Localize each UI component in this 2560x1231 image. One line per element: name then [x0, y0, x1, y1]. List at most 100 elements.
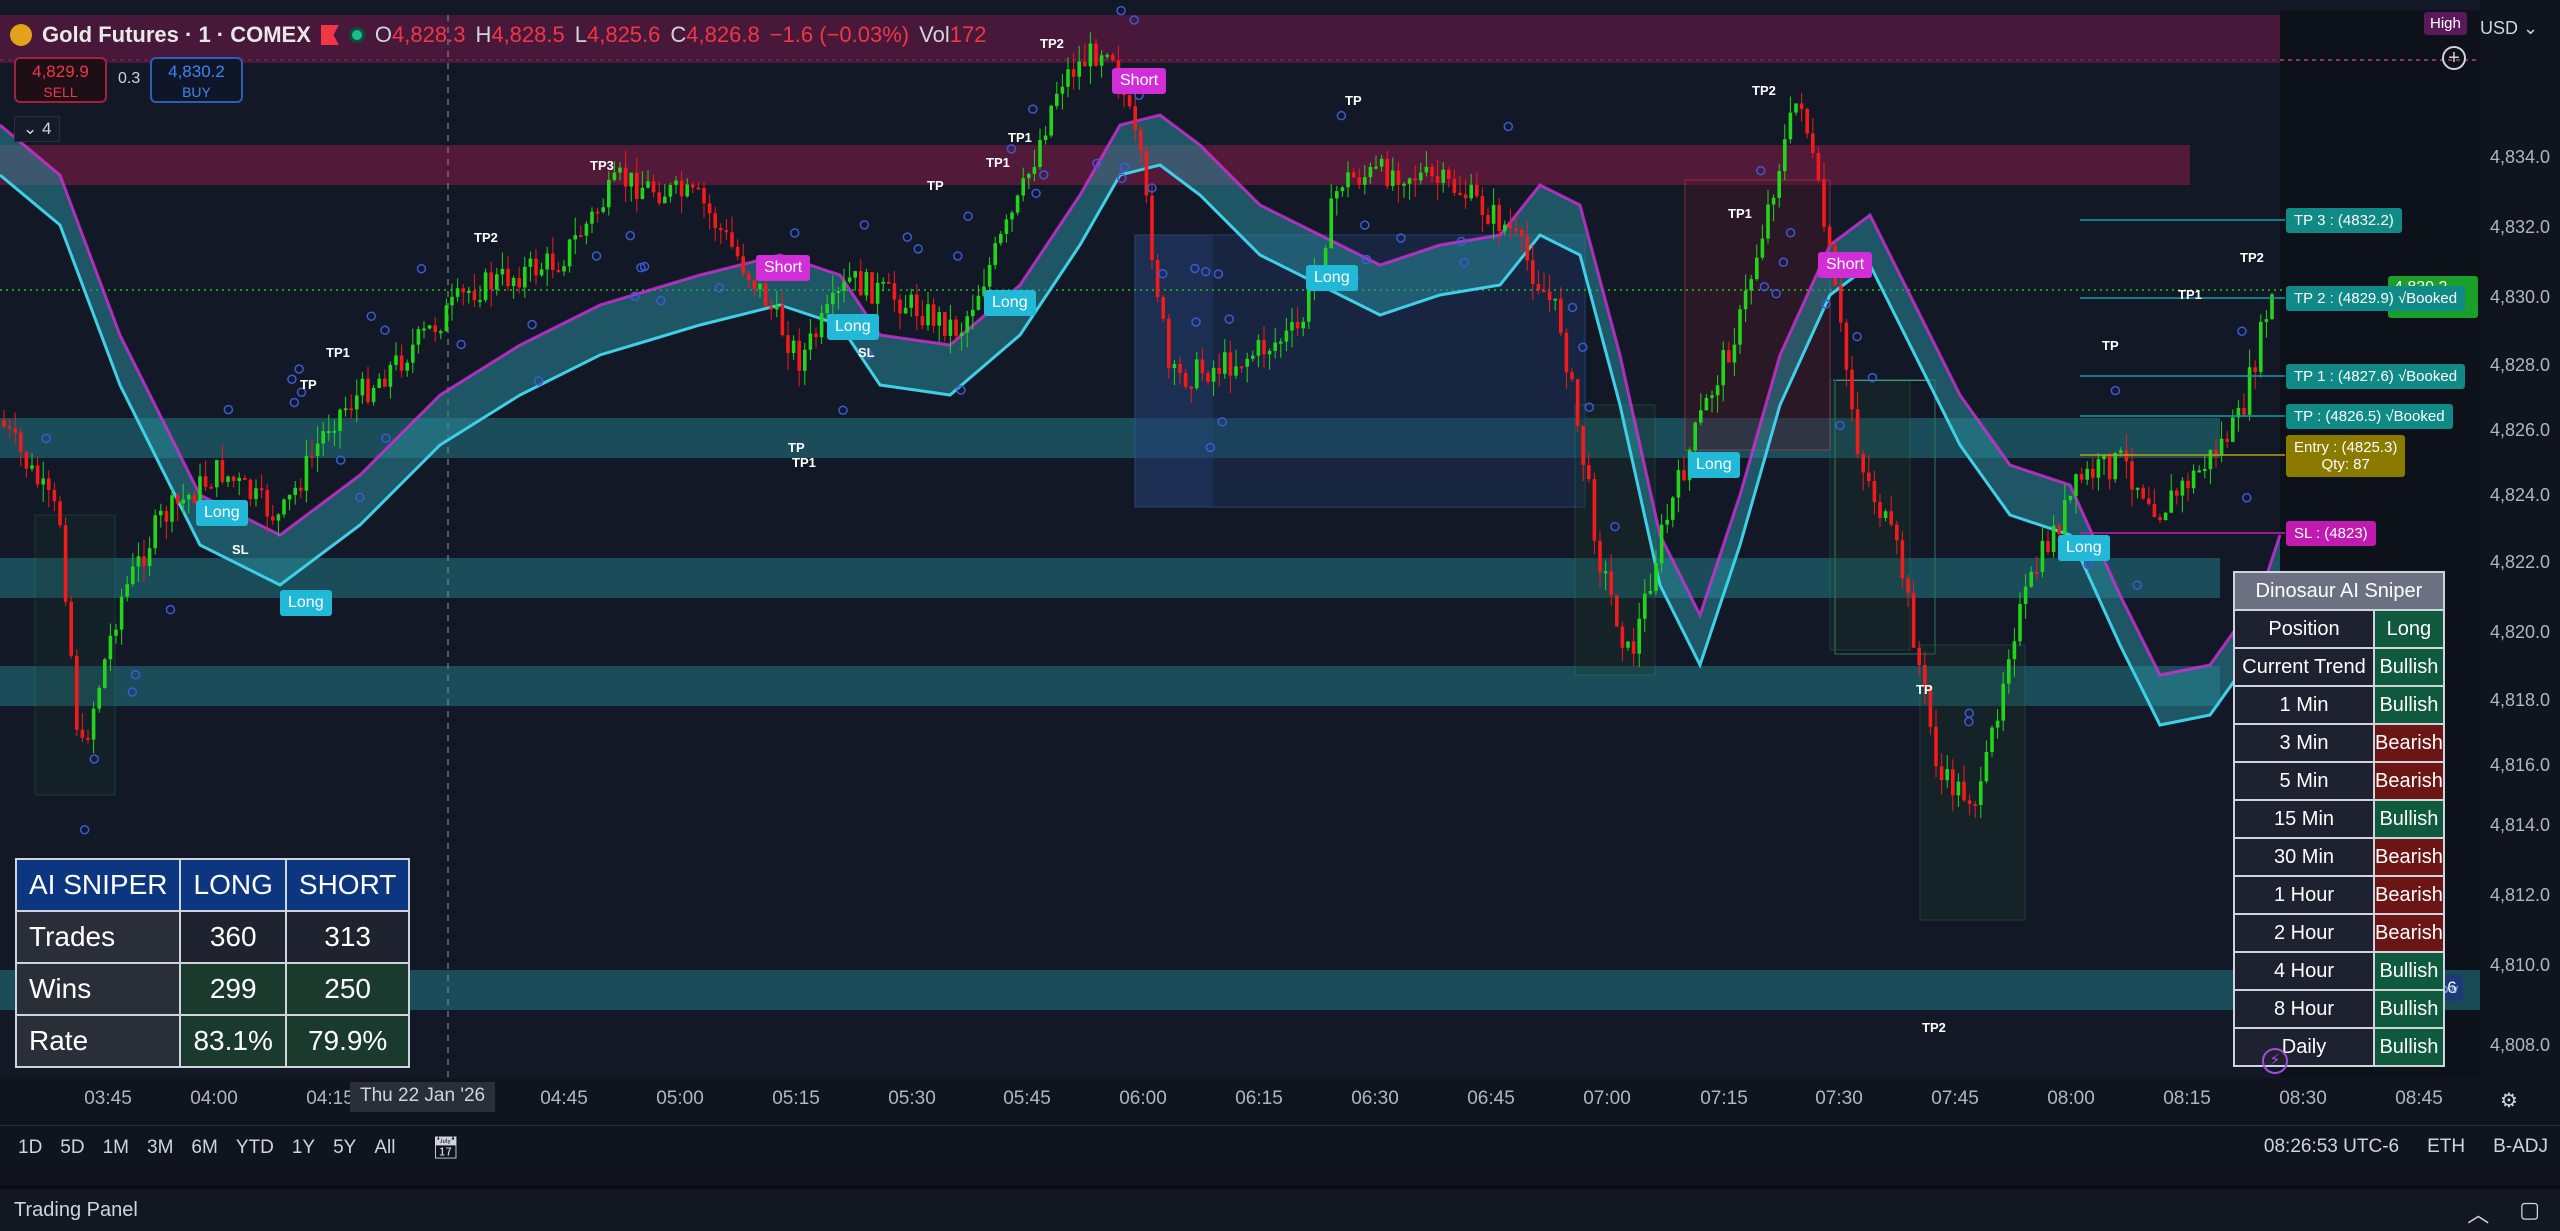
tp1-level-tag: TP 1 : (4827.6) √Booked	[2286, 364, 2466, 389]
ai-sniper-stats-table: AI SNIPER LONG SHORT Trades 360 313 Wins…	[14, 858, 411, 1068]
low-value: 4,825.6	[586, 22, 661, 47]
maximize-icon[interactable]: ▢	[2519, 1197, 2540, 1229]
indicators-count: 4	[41, 119, 52, 138]
price-tick: 4,822.0	[2489, 552, 2550, 572]
close-key: C	[670, 22, 687, 47]
price-tick: 4,830.0	[2489, 287, 2550, 307]
trend-value: Bearish	[2373, 913, 2445, 953]
spread-value: 0.3	[118, 70, 141, 87]
chevron-up-icon[interactable]: ︿	[2467, 1197, 2489, 1229]
tp-marker: TP	[1345, 93, 1362, 108]
table-row: 15 Min Bullish	[2233, 799, 2445, 839]
range-all[interactable]: All	[374, 1137, 395, 1159]
clock-display[interactable]: 08:26:53 UTC-6	[2264, 1136, 2399, 1158]
trading-panel-bar[interactable]: Trading Panel ︿ ▢	[0, 1185, 2560, 1231]
tp1-marker: TP1	[1008, 130, 1032, 145]
symbol-title[interactable]: Gold Futures · 1 · COMEX	[42, 22, 311, 48]
symbol-header: Gold Futures · 1 · COMEX O4,828.3 H4,828…	[10, 18, 986, 52]
short-signal: Short	[1818, 252, 1873, 278]
chevron-down-icon: ⌄	[2523, 18, 2539, 38]
sell-button[interactable]: 4,829.9 SELL	[14, 57, 107, 103]
high-key: H	[475, 22, 492, 47]
range-1m[interactable]: 1M	[103, 1137, 129, 1159]
trend-value: Long	[2373, 609, 2445, 649]
time-tick: 06:15	[1235, 1088, 1283, 1109]
price-tick: 4,814.0	[2489, 815, 2550, 835]
row-label: Trades	[14, 910, 182, 964]
trend-value: Bearish	[2373, 837, 2445, 877]
range-5y[interactable]: 5Y	[333, 1137, 356, 1159]
adjust-toggle[interactable]: B-ADJ	[2493, 1136, 2548, 1158]
lightning-icon[interactable]: ⚡	[2262, 1048, 2288, 1074]
time-tick: 07:15	[1700, 1088, 1748, 1109]
price-tick: 4,808.0	[2489, 1035, 2550, 1055]
settings-gear-icon[interactable]: ⚙	[2500, 1088, 2518, 1113]
time-tick: 08:00	[2047, 1088, 2095, 1109]
bottom-toolbar: 1D 5D 1M 3M 6M YTD 1Y 5Y All 📅︎ 08:26:53…	[0, 1125, 2560, 1170]
high-value: 4,828.5	[491, 22, 565, 47]
time-tick: 06:45	[1467, 1088, 1515, 1109]
table-row: 8 Hour Bullish	[2233, 989, 2445, 1029]
table-row: 5 Min Bearish	[2233, 761, 2445, 801]
table-header: SHORT	[284, 858, 411, 912]
range-1y[interactable]: 1Y	[292, 1137, 315, 1159]
price-tick: 4,812.0	[2489, 885, 2550, 905]
range-5d[interactable]: 5D	[60, 1137, 84, 1159]
open-key: O	[374, 22, 393, 47]
volume-key: Vol	[919, 22, 950, 47]
tp-marker: TP	[300, 377, 317, 392]
table-row: 3 Min Bearish	[2233, 723, 2445, 763]
tp1-marker: TP1	[1728, 206, 1752, 221]
buy-button[interactable]: 4,830.2 BUY	[150, 57, 243, 103]
add-plus-icon[interactable]: +	[2442, 46, 2466, 70]
currency-label: USD	[2480, 18, 2519, 38]
time-tick: 07:00	[1583, 1088, 1631, 1109]
tp-level-tag: TP : (4826.5) √Booked	[2286, 404, 2453, 429]
range-ytd[interactable]: YTD	[236, 1137, 274, 1159]
timeframe-label: Daily	[2233, 1027, 2375, 1067]
long-cell: 299	[179, 962, 287, 1016]
trading-chart-app: Gold Futures · 1 · COMEX O4,828.3 H4,828…	[0, 0, 2560, 1231]
timeframe-label: 8 Hour	[2233, 989, 2375, 1029]
timeframe-label: 2 Hour	[2233, 913, 2375, 953]
long-cell: 83.1%	[179, 1014, 287, 1068]
long-signal: Long	[2058, 535, 2110, 561]
range-1d[interactable]: 1D	[18, 1137, 42, 1159]
tp1-marker: TP1	[2178, 287, 2202, 302]
indicators-collapse-button[interactable]: ⌄ 4	[14, 116, 61, 142]
tp2-marker: TP2	[1922, 1020, 1946, 1035]
support-zone-3	[0, 666, 2220, 706]
long-signal: Long	[1306, 265, 1358, 291]
long-signal: Long	[827, 314, 879, 340]
entry-value: Entry : (4825.3)	[2294, 439, 2398, 456]
tp-marker: TP	[927, 178, 944, 193]
time-tick: 05:00	[656, 1088, 704, 1109]
time-tick: 05:45	[1003, 1088, 1051, 1109]
range-6m[interactable]: 6M	[191, 1137, 217, 1159]
sl-marker: SL	[232, 542, 249, 557]
change-value: −1.6 (−0.03%)	[769, 22, 910, 47]
time-tick: 04:45	[540, 1088, 588, 1109]
time-tick: 04:00	[190, 1088, 238, 1109]
flag-icon[interactable]	[320, 25, 339, 45]
price-axis[interactable]: 4,834.0 4,832.0 4,830.0 4,828.0 4,826.0 …	[2480, 55, 2560, 1078]
volume-value: 172	[949, 22, 987, 47]
table-header: AI SNIPER	[14, 858, 182, 912]
currency-selector[interactable]: USD ⌄	[2480, 18, 2538, 39]
crosshair-date-label: Thu 22 Jan '26	[350, 1082, 496, 1112]
price-tick: 4,810.0	[2489, 955, 2550, 975]
trend-value: Bullish	[2373, 1027, 2445, 1067]
short-signal: Short	[1112, 68, 1167, 94]
trend-value: Bullish	[2373, 685, 2445, 725]
table-row: Position Long	[2233, 609, 2445, 649]
buy-price: 4,830.2	[168, 62, 225, 81]
tp1-marker: TP1	[792, 455, 816, 470]
long-signal: Long	[196, 500, 248, 526]
session-toggle[interactable]: ETH	[2427, 1136, 2465, 1158]
close-value: 4,826.8	[686, 22, 760, 47]
range-3m[interactable]: 3M	[147, 1137, 173, 1159]
buy-label: BUY	[182, 84, 211, 100]
calendar-icon[interactable]: 📅︎	[431, 1135, 459, 1161]
table-row: Rate 83.1% 79.9%	[14, 1014, 411, 1068]
trend-value: Bearish	[2373, 723, 2445, 763]
